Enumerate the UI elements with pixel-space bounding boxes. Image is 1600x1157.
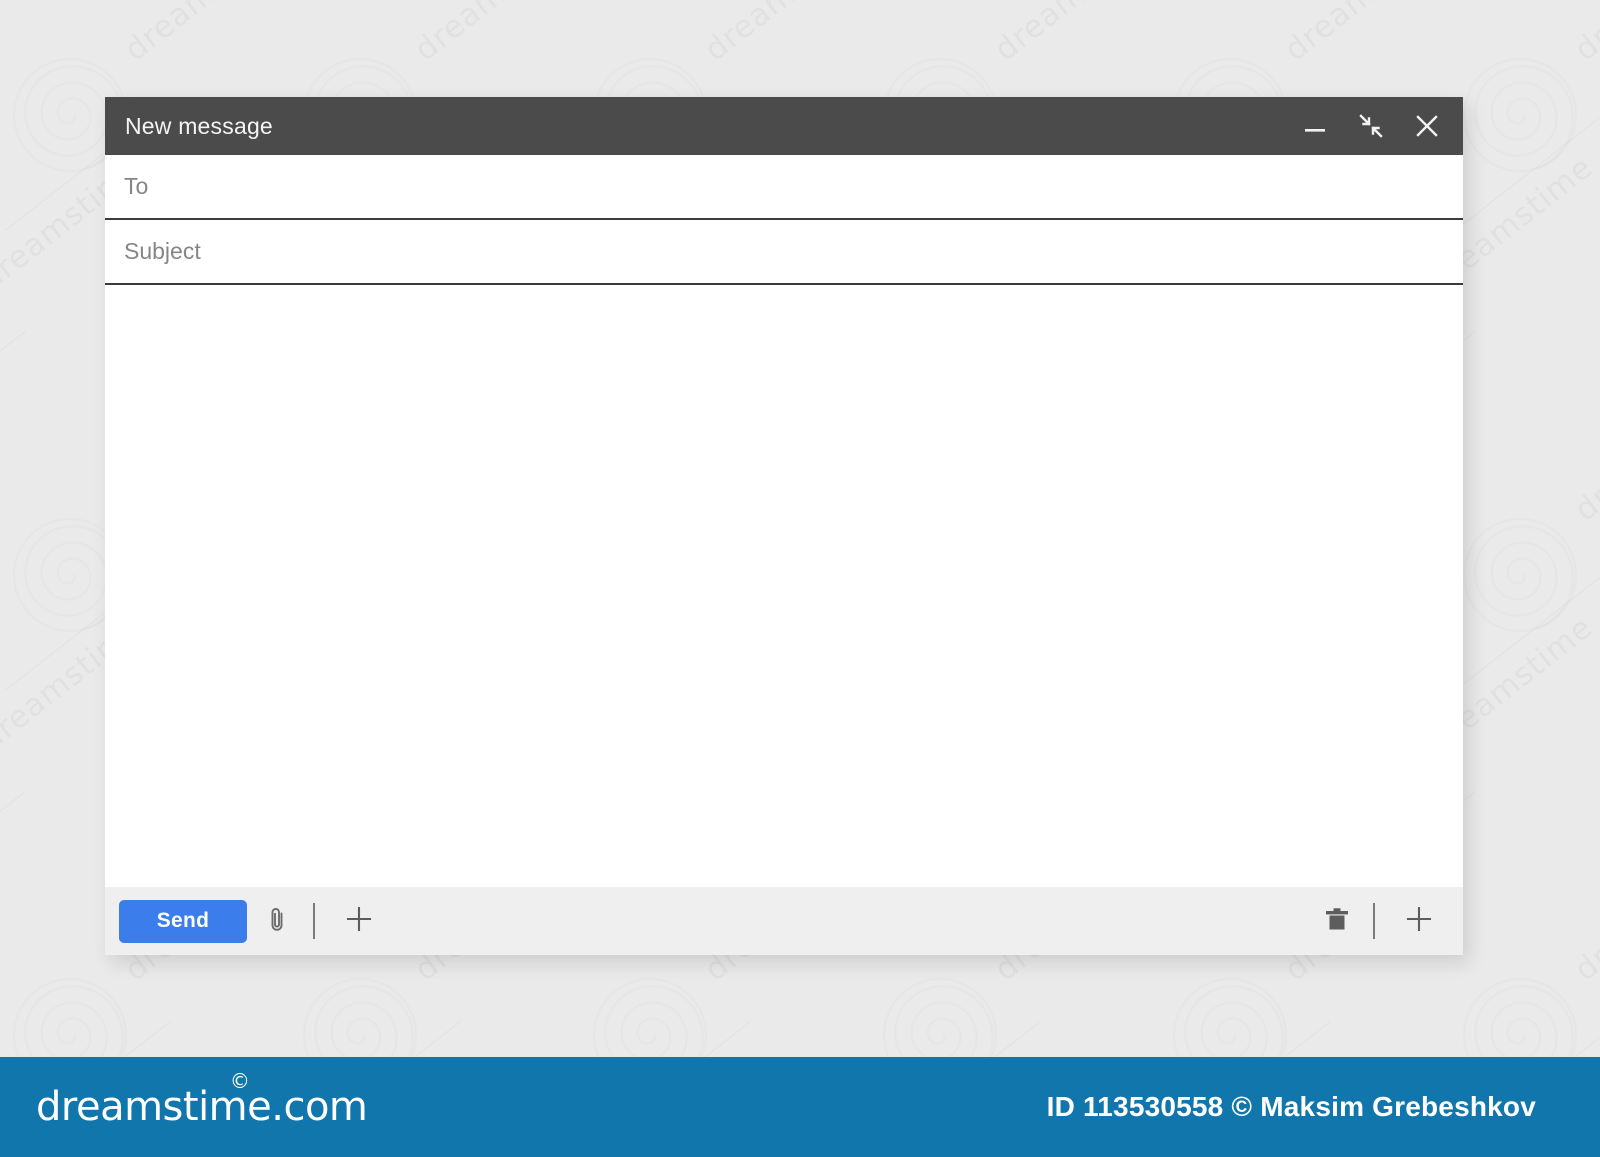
- watermark-tile: dreamstime: [0, 460, 10, 685]
- restore-down-icon: [1358, 113, 1384, 139]
- toolbar-left-group: Send: [119, 899, 381, 943]
- close-button[interactable]: [1409, 108, 1445, 144]
- attachment-button[interactable]: [255, 899, 299, 943]
- watermark-stroke: [0, 0, 26, 1]
- watermark-stroke: [585, 1021, 751, 1060]
- watermark-stroke: [730, 0, 896, 1]
- dreamstime-spiral-icon: [880, 975, 1000, 1060]
- watermark-stroke: [1455, 1021, 1600, 1060]
- message-body-input[interactable]: [105, 285, 1463, 887]
- watermark-stroke: [1310, 0, 1476, 1]
- watermark-stroke: [1455, 561, 1600, 691]
- add-button-left[interactable]: [337, 899, 381, 943]
- dreamstime-spiral-icon: [1460, 975, 1580, 1060]
- watermark-stroke: [150, 0, 316, 1]
- watermark-stroke: [1020, 0, 1186, 1]
- watermark-tile: dreamstime: [1595, 230, 1600, 455]
- registered-mark-icon: ©: [229, 1069, 250, 1093]
- dreamstime-spiral-icon: [1460, 515, 1580, 635]
- footer-bar: dreamstime.com © ID 113530558 © Maksim Gr…: [0, 1057, 1600, 1157]
- dreamstime-logo: dreamstime.com ©: [36, 1069, 368, 1130]
- watermark-stroke: [440, 0, 606, 1]
- watermark-stroke: [875, 1021, 1041, 1060]
- compose-toolbar: Send: [105, 887, 1463, 955]
- send-button[interactable]: Send: [119, 899, 247, 943]
- toolbar-divider-left: [313, 903, 315, 939]
- watermark-stroke: [0, 791, 26, 921]
- compose-window: New message To Subject Send: [105, 97, 1463, 955]
- minimize-icon: [1302, 113, 1328, 139]
- watermark-text: dreamstime: [0, 379, 5, 528]
- watermark-tile: dreamstime: [1450, 460, 1600, 685]
- page-title: New message: [125, 112, 273, 139]
- watermark-text: dreamstime: [988, 0, 1165, 68]
- subject-row: [105, 220, 1463, 285]
- dreamstime-logo-text: dreamstime.com ©: [36, 1069, 368, 1130]
- toolbar-divider-right: [1373, 903, 1375, 939]
- close-icon: [1414, 113, 1440, 139]
- dreamstime-spiral-icon: [1460, 55, 1580, 175]
- image-credit: ID 113530558 © Maksim Grebeshkov: [1046, 1091, 1536, 1122]
- recipient-row: [105, 155, 1463, 220]
- watermark-text: dreamstime: [698, 0, 875, 68]
- trash-icon: [1322, 904, 1352, 939]
- watermark-tile: dreamstime: [1450, 0, 1600, 225]
- paperclip-icon: [262, 904, 292, 939]
- watermark-text: dreamstime: [118, 0, 295, 68]
- watermark-tile: dreamstime: [1595, 690, 1600, 915]
- add-button-right[interactable]: [1397, 899, 1441, 943]
- restore-button[interactable]: [1353, 108, 1389, 144]
- watermark-tile: dreamstime: [1450, 920, 1600, 1060]
- plus-icon: [1403, 903, 1435, 940]
- watermark-text: dreamstime: [1568, 0, 1600, 68]
- watermark-stroke: [5, 1021, 171, 1060]
- watermark-text: dreamstime: [1568, 839, 1600, 988]
- watermark-text: dreamstime: [1568, 379, 1600, 528]
- watermark-text: dreamstime: [1278, 0, 1455, 68]
- to-input[interactable]: [124, 173, 1397, 200]
- watermark-text: dreamstime: [0, 0, 5, 68]
- watermark-stroke: [0, 331, 26, 461]
- toolbar-right-group: [1307, 899, 1441, 943]
- plus-icon: [343, 903, 375, 940]
- dreamstime-spiral-icon: [590, 975, 710, 1060]
- window-controls: [1297, 108, 1445, 144]
- minimize-button[interactable]: [1297, 108, 1333, 144]
- watermark-tile: dreamstime: [0, 920, 10, 1060]
- watermark-stroke: [295, 1021, 461, 1060]
- subject-input[interactable]: [124, 238, 1397, 265]
- watermark-stroke: [1455, 101, 1600, 231]
- dreamstime-spiral-icon: [1170, 975, 1290, 1060]
- dreamstime-spiral-icon: [10, 975, 130, 1060]
- discard-button[interactable]: [1315, 899, 1359, 943]
- watermark-text: dreamstime: [408, 0, 585, 68]
- dreamstime-spiral-icon: [300, 975, 420, 1060]
- title-bar: New message: [105, 97, 1463, 155]
- watermark-tile: dreamstime: [0, 0, 10, 225]
- watermark-stroke: [1165, 1021, 1331, 1060]
- watermark-text: dreamstime: [0, 839, 5, 988]
